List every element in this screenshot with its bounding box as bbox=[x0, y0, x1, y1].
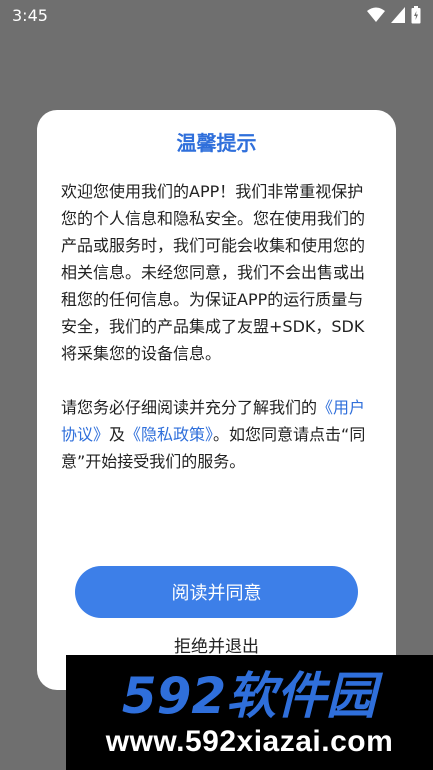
wifi-icon bbox=[367, 7, 385, 23]
reject-exit-button[interactable]: 拒绝并退出 bbox=[37, 632, 396, 657]
intro-paragraph: 欢迎您使用我们的APP！我们非常重视保护您的个人信息和隐私安全。您在使用我们的产… bbox=[61, 182, 366, 363]
consent-prefix-text: 请您务必仔细阅读并充分了解我们的 bbox=[61, 398, 318, 417]
and-text: 及 bbox=[109, 425, 126, 444]
privacy-policy-link[interactable]: 《隐私政策》 bbox=[125, 425, 213, 444]
status-icons bbox=[367, 6, 421, 24]
watermark-logo-text: 592软件园 bbox=[122, 667, 383, 725]
privacy-dialog: 温馨提示 欢迎您使用我们的APP！我们非常重视保护您的个人信息和隐私安全。您在使… bbox=[37, 110, 396, 690]
agree-button[interactable]: 阅读并同意 bbox=[75, 566, 358, 618]
watermark: 592软件园 www.592xiazai.com bbox=[66, 655, 433, 770]
status-time: 3:45 bbox=[12, 6, 48, 25]
dialog-title: 温馨提示 bbox=[176, 131, 257, 155]
status-bar: 3:45 bbox=[0, 0, 433, 30]
dialog-body: 欢迎您使用我们的APP！我们非常重视保护您的个人信息和隐私安全。您在使用我们的产… bbox=[61, 178, 377, 475]
cellular-signal-icon bbox=[391, 7, 405, 23]
battery-icon bbox=[411, 6, 421, 24]
watermark-url: www.592xiazai.com bbox=[105, 725, 394, 758]
watermark-logo: 592软件园 bbox=[122, 667, 383, 725]
consent-paragraph: 请您务必仔细阅读并充分了解我们的《用户协议》及《隐私政策》。如您同意请点击“同意… bbox=[61, 394, 377, 475]
